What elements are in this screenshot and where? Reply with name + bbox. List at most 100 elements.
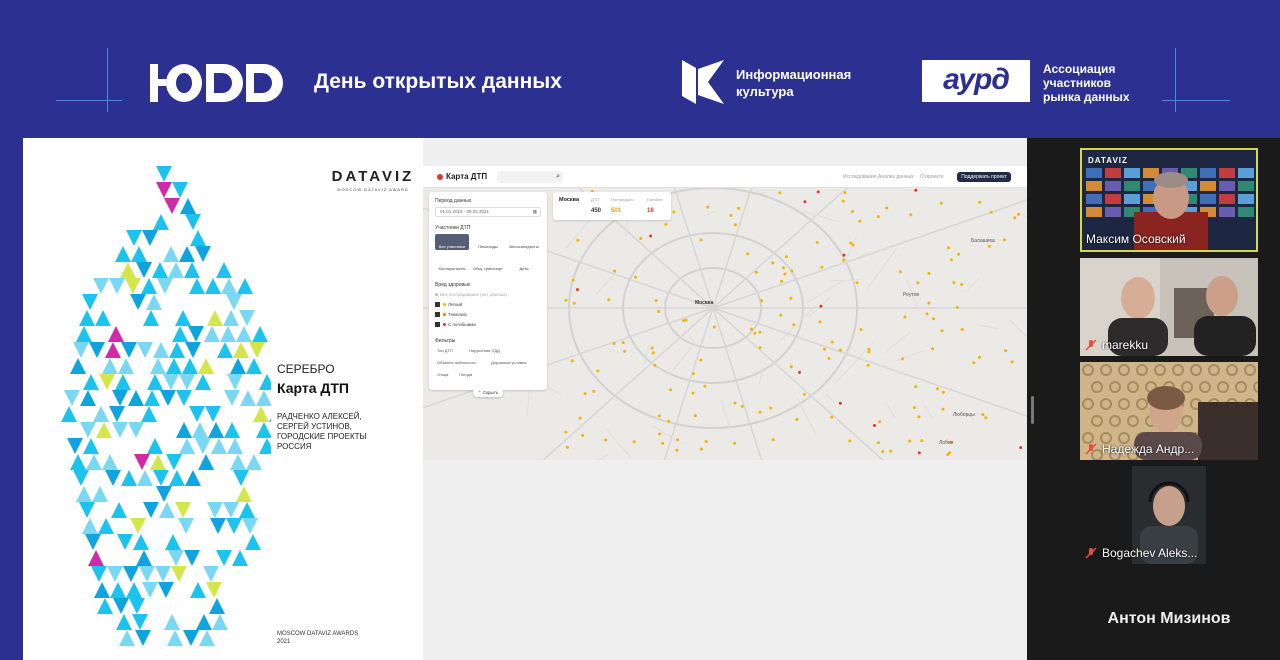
crash-marker[interactable]: [596, 369, 600, 373]
filter-chip[interactable]: Погода: [459, 372, 472, 377]
crash-marker[interactable]: [802, 392, 806, 396]
participant-public-transport-button[interactable]: Общ. транспорт: [471, 256, 505, 272]
severity-heavy-checkbox[interactable]: Тяжелый: [435, 312, 467, 318]
nav-link-research[interactable]: Исследования: [843, 174, 877, 180]
crash-marker[interactable]: [987, 244, 991, 248]
filter-chip[interactable]: Нарушения ПДД: [469, 348, 500, 353]
crash-marker[interactable]: [815, 241, 819, 244]
crash-marker[interactable]: [699, 238, 703, 242]
crash-marker[interactable]: [989, 210, 993, 214]
crash-marker[interactable]: [931, 347, 934, 351]
nav-link-analysis[interactable]: Анализ данных: [878, 174, 914, 180]
crash-marker[interactable]: [789, 296, 793, 300]
crash-marker[interactable]: [950, 258, 953, 262]
crash-marker[interactable]: [1002, 238, 1006, 242]
crash-marker[interactable]: [672, 210, 676, 214]
crash-marker[interactable]: [1013, 216, 1017, 220]
crash-marker[interactable]: [830, 415, 834, 419]
crash-marker[interactable]: [843, 191, 847, 195]
crash-marker[interactable]: [779, 313, 783, 317]
crash-marker[interactable]: [867, 350, 871, 354]
crash-marker[interactable]: [972, 361, 976, 365]
crash-marker[interactable]: [658, 432, 662, 436]
crash-marker[interactable]: [650, 346, 654, 350]
crash-marker[interactable]: [873, 424, 876, 427]
crash-marker[interactable]: [927, 301, 931, 305]
crash-marker[interactable]: [960, 328, 964, 331]
crash-marker[interactable]: [927, 271, 931, 275]
crash-marker[interactable]: [819, 304, 823, 308]
crash-marker[interactable]: [851, 210, 854, 214]
crash-marker[interactable]: [623, 349, 627, 353]
filter-chip[interactable]: Дорожные условия: [491, 360, 527, 365]
crash-marker[interactable]: [941, 407, 945, 411]
crash-marker[interactable]: [760, 299, 763, 303]
video-tile-active-speaker[interactable]: DATAVIZ Максим Осовский: [1080, 148, 1258, 252]
crash-marker[interactable]: [682, 319, 686, 323]
crash-marker[interactable]: [1004, 349, 1007, 353]
crash-marker[interactable]: [758, 410, 762, 414]
hide-filters-button[interactable]: ⌃ Скрыть: [473, 388, 503, 397]
crash-marker[interactable]: [955, 306, 959, 309]
crash-marker[interactable]: [649, 234, 653, 238]
crash-marker[interactable]: [654, 299, 658, 302]
crash-marker[interactable]: [908, 439, 912, 443]
crash-marker[interactable]: [940, 329, 944, 333]
crash-marker[interactable]: [889, 449, 893, 453]
crash-marker[interactable]: [746, 252, 750, 256]
crash-marker[interactable]: [816, 190, 820, 194]
sidebar-resize-handle[interactable]: [1031, 396, 1034, 424]
crash-map[interactable]: Москва Балашиха Реутов Люберцы Лобня Пер…: [423, 188, 1027, 460]
severity-light-checkbox[interactable]: Легкий: [435, 302, 462, 308]
crash-marker[interactable]: [733, 401, 737, 405]
crash-marker[interactable]: [858, 219, 862, 223]
crash-marker[interactable]: [885, 206, 889, 210]
crash-marker[interactable]: [914, 188, 918, 192]
crash-marker[interactable]: [592, 389, 596, 393]
crash-marker[interactable]: [981, 413, 985, 417]
crash-marker[interactable]: [607, 298, 611, 302]
crash-marker[interactable]: [703, 384, 707, 388]
crash-marker[interactable]: [848, 439, 852, 443]
search-input[interactable]: ⌕: [497, 171, 563, 183]
crash-marker[interactable]: [634, 275, 637, 279]
crash-marker[interactable]: [583, 392, 587, 396]
crash-marker[interactable]: [699, 447, 703, 451]
crash-marker[interactable]: [939, 201, 943, 205]
crash-marker[interactable]: [842, 258, 846, 262]
crash-marker[interactable]: [782, 266, 785, 270]
crash-marker[interactable]: [571, 278, 575, 282]
crash-marker[interactable]: [651, 351, 655, 355]
crash-marker[interactable]: [903, 315, 907, 319]
crash-marker[interactable]: [771, 438, 775, 442]
crash-marker[interactable]: [876, 441, 880, 445]
crash-marker[interactable]: [920, 439, 924, 443]
crash-marker[interactable]: [932, 317, 935, 321]
filter-chip[interactable]: Объекты поблизости: [437, 360, 476, 365]
support-project-button[interactable]: Поддержать проект: [957, 172, 1011, 182]
crash-marker[interactable]: [1010, 360, 1014, 364]
crash-marker[interactable]: [693, 414, 697, 418]
crash-marker[interactable]: [849, 241, 853, 245]
crash-marker[interactable]: [876, 215, 880, 219]
crash-marker[interactable]: [842, 253, 846, 257]
crash-marker[interactable]: [691, 372, 695, 376]
severity-none-checkbox[interactable]: Без пострадавших (нет данных): [435, 292, 507, 297]
participant-motorcyclists-button[interactable]: Мотоциклисты: [435, 256, 469, 272]
crash-marker[interactable]: [946, 453, 950, 457]
crash-marker[interactable]: [978, 200, 982, 204]
crash-marker[interactable]: [737, 206, 741, 210]
crash-marker[interactable]: [733, 441, 737, 445]
crash-marker[interactable]: [947, 246, 950, 250]
crash-marker[interactable]: [916, 281, 920, 285]
crash-marker[interactable]: [855, 281, 859, 285]
participant-children-button[interactable]: Дети: [507, 256, 541, 272]
participant-cyclists-button[interactable]: Велосипедисты: [507, 234, 541, 250]
crash-marker[interactable]: [564, 430, 568, 434]
crash-marker[interactable]: [925, 312, 929, 316]
video-tile[interactable]: Bogachev Aleks...: [1080, 466, 1258, 564]
crash-marker[interactable]: [952, 281, 956, 284]
video-tile[interactable]: marekku: [1080, 258, 1258, 356]
crash-marker[interactable]: [1017, 212, 1021, 216]
crash-marker[interactable]: [667, 419, 671, 423]
